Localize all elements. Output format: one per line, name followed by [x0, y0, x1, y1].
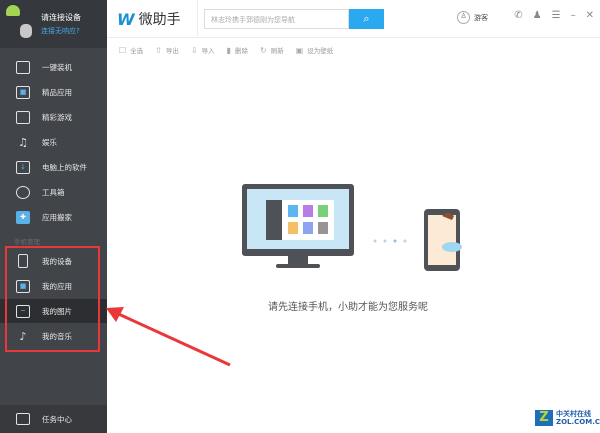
divider — [197, 0, 198, 38]
close-icon[interactable]: ✕ — [586, 10, 594, 21]
apple-icon — [20, 24, 32, 38]
trash-icon: ▮ — [226, 46, 231, 55]
header: W 微助手 林志玲携手郭德刚为您导航 ⌕ ♙ 游客 ✆ ♟ ☰ – ✕ — [107, 0, 600, 38]
android-icon — [6, 5, 20, 16]
import-button[interactable]: ⇩ 导入 — [191, 45, 215, 55]
annotation-highlight-box — [5, 246, 100, 352]
sidebar-item-entertainment[interactable]: ♫ 娱乐 — [0, 130, 107, 154]
task-center-button[interactable]: 任务中心 — [0, 405, 107, 433]
download-icon: ↓ — [16, 160, 30, 174]
search-icon: ⌕ — [363, 12, 370, 25]
minimize-icon[interactable]: – — [571, 10, 576, 21]
user-icon: ♙ — [457, 11, 470, 24]
search-input[interactable]: 林志玲携手郭德刚为您导航 — [204, 9, 349, 29]
bell-icon[interactable]: ♟ — [533, 10, 542, 21]
app-logo: W 微助手 — [117, 9, 181, 29]
sidebar-item-one-click-install[interactable]: 一键装机 — [0, 55, 107, 79]
select-all-checkbox[interactable]: ☐ 全选 — [119, 45, 143, 55]
connect-message: 请先连接手机，小助才能为您服务呢 — [268, 302, 428, 313]
upload-icon: ⇧ — [155, 46, 162, 55]
folder-icon — [16, 60, 30, 74]
sidebar-item-pc-software[interactable]: ↓ 电脑上的软件 — [0, 155, 107, 179]
apps-icon: ■ — [16, 85, 30, 99]
sidebar-item-toolbox[interactable]: 工具箱 — [0, 180, 107, 204]
zol-logo-icon: Z — [535, 410, 553, 426]
sidebar-item-app-move[interactable]: ✚ 应用搬家 — [0, 205, 107, 229]
phone-call-icon[interactable]: ✆ — [514, 10, 522, 21]
search-button[interactable]: ⌕ — [349, 9, 384, 29]
zol-watermark: Z 中关村在线ZOL.COM.CN — [535, 410, 600, 426]
music-icon: ♫ — [18, 135, 28, 149]
set-wallpaper-button[interactable]: ▣ 设为壁纸 — [296, 45, 334, 55]
device-title: 请连接设备 — [41, 13, 81, 22]
export-button[interactable]: ⇧ 导出 — [155, 45, 179, 55]
connect-help-link[interactable]: 连接无响应? — [41, 26, 80, 36]
refresh-button[interactable]: ↻ 刷新 — [260, 45, 284, 55]
download-icon: ⇩ — [190, 46, 198, 55]
logo-icon: W — [117, 9, 135, 29]
device-panel: 请连接设备 连接无响应? — [0, 0, 107, 48]
section-label: 手机管理 — [14, 238, 40, 246]
toolbar: ☐ 全选 ⇧ 导出 ⇩ 导入 ▮ 删除 ↻ 刷新 ▣ 设为壁纸 — [107, 38, 600, 62]
annotation-arrow — [106, 307, 231, 367]
sidebar-item-featured-apps[interactable]: ■ 精品应用 — [0, 80, 107, 104]
checkbox-icon: ☐ — [119, 46, 127, 55]
user-account[interactable]: ♙ 游客 — [457, 11, 488, 24]
window-controls: ✆ ♟ ☰ – ✕ — [514, 10, 594, 21]
image-icon: ▣ — [295, 46, 304, 55]
move-icon: ✚ — [16, 210, 30, 224]
task-icon — [16, 413, 30, 425]
gamepad-icon — [16, 110, 30, 124]
refresh-icon: ↻ — [259, 46, 267, 55]
delete-button[interactable]: ▮ 删除 — [227, 45, 248, 55]
sidebar-item-games[interactable]: 精彩游戏 — [0, 105, 107, 129]
tools-icon — [16, 185, 30, 199]
connect-phone-illustration — [242, 184, 462, 271]
menu-icon[interactable]: ☰ — [552, 10, 561, 21]
sidebar: 请连接设备 连接无响应? 一键装机 ■ 精品应用 精彩游戏 ♫ 娱乐 ↓ 电脑上的软件… — [0, 0, 107, 433]
